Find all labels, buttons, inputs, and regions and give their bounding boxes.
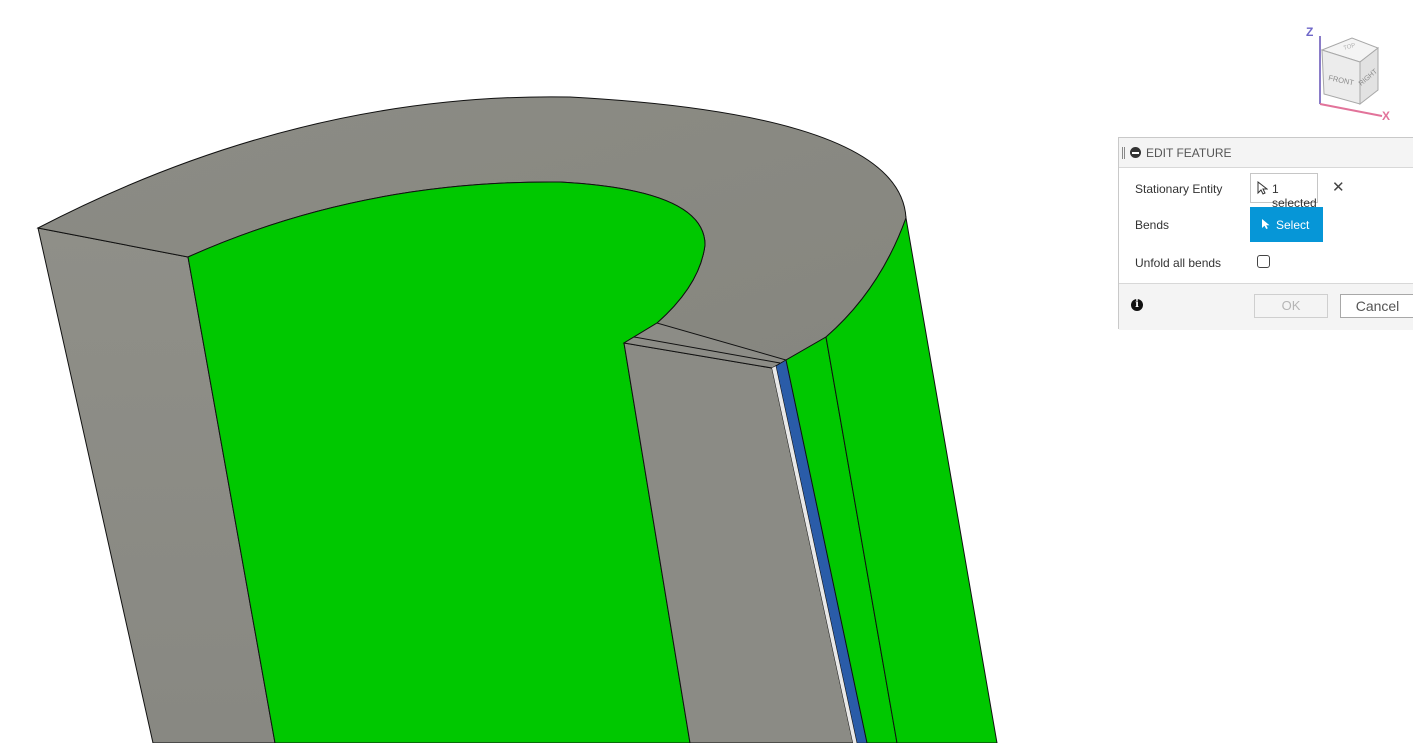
edit-feature-panel: EDIT FEATURE Stationary Entity 1 selecte… [1118, 137, 1413, 330]
bends-select-label: Select [1276, 218, 1310, 232]
unfold-all-bends-label: Unfold all bends [1135, 256, 1222, 270]
info-icon[interactable]: i [1131, 299, 1143, 311]
clear-selection-icon[interactable]: ✕ [1332, 178, 1345, 196]
stationary-entity-label: Stationary Entity [1135, 182, 1223, 196]
model-viewport[interactable] [0, 0, 1413, 743]
x-axis-line [1319, 103, 1383, 117]
stationary-entity-selection[interactable]: 1 selected [1250, 173, 1318, 210]
cursor-arrow-icon [1262, 219, 1270, 229]
cursor-arrow-icon [1257, 181, 1268, 195]
panel-footer: i OK Cancel [1119, 283, 1413, 330]
bends-label: Bends [1135, 218, 1170, 232]
axis-z-label: Z [1306, 25, 1313, 39]
bends-row: Bends Select [1119, 207, 1413, 243]
panel-header[interactable]: EDIT FEATURE [1119, 138, 1413, 168]
panel-title: EDIT FEATURE [1146, 146, 1232, 160]
unfold-all-bends-checkbox[interactable] [1257, 255, 1270, 268]
unfold-all-bends-row: Unfold all bends [1119, 245, 1413, 281]
drag-handle-icon[interactable] [1122, 147, 1125, 159]
stationary-entity-row: Stationary Entity 1 selected ✕ [1119, 171, 1413, 210]
axis-x-label: X [1382, 109, 1390, 123]
selection-count: 1 selected [1272, 182, 1317, 210]
view-cube[interactable]: Z X FRONT RIGHT TOP [1300, 20, 1400, 124]
cancel-button[interactable]: Cancel [1340, 294, 1413, 318]
bends-select-button[interactable]: Select [1250, 207, 1323, 242]
ok-button[interactable]: OK [1254, 294, 1328, 318]
inner-cylinder-face[interactable] [187, 181, 706, 743]
collapse-icon[interactable] [1130, 147, 1141, 158]
